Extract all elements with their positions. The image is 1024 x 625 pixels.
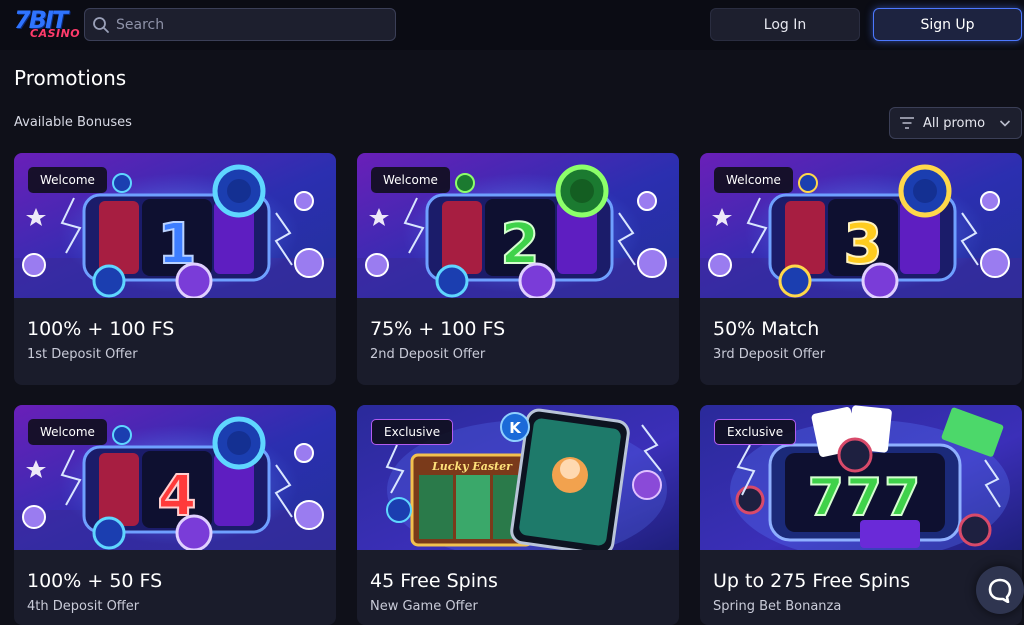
promo-title: 100% + 100 FS — [27, 318, 175, 340]
promo-title: 50% Match — [713, 318, 820, 340]
search-input[interactable] — [116, 16, 386, 33]
page-title: Promotions — [14, 66, 127, 90]
signup-button[interactable]: Sign Up — [873, 8, 1022, 41]
site-logo[interactable]: 7BIT CASINO — [14, 6, 80, 42]
promo-card[interactable]: Lucky Easter K Exclusive 45 Free Spins N… — [357, 405, 679, 625]
promo-subtitle: 3rd Deposit Offer — [713, 347, 826, 362]
search-icon — [93, 16, 109, 33]
promo-subtitle: 1st Deposit Offer — [27, 347, 138, 362]
exclusive-badge: Exclusive — [714, 419, 797, 445]
promo-subtitle: New Game Offer — [370, 599, 478, 614]
login-button[interactable]: Log In — [710, 8, 860, 41]
promo-subtitle: 4th Deposit Offer — [27, 599, 140, 614]
banner-brand-logo: K — [509, 419, 522, 437]
promo-card[interactable]: 777 Exclusive Up to 275 Free Spins Sprin… — [700, 405, 1022, 625]
top-header: 7BIT CASINO Log In Sign Up — [0, 0, 1024, 50]
welcome-badge: Welcome — [28, 419, 107, 445]
logo-wordmark: CASINO — [30, 27, 81, 40]
reel-number: 777 — [808, 468, 923, 528]
promo-card[interactable]: 2 Welcome 75% + 100 FS 2nd Deposit Offer — [357, 153, 679, 385]
promo-filter-dropdown[interactable]: All promo — [889, 107, 1022, 139]
promo-card[interactable]: 4 Welcome 100% + 50 FS 4th Deposit Offer — [14, 405, 336, 625]
welcome-badge: Welcome — [28, 167, 107, 193]
banner-game-title: Lucky Easter — [431, 460, 513, 473]
welcome-badge: Welcome — [714, 167, 793, 193]
promo-subtitle: 2nd Deposit Offer — [370, 347, 486, 362]
welcome-badge: Welcome — [371, 167, 450, 193]
exclusive-badge: Exclusive — [371, 419, 454, 445]
promo-card[interactable]: 3 Welcome 50% Match 3rd Deposit Offer — [700, 153, 1022, 385]
promo-title: 75% + 100 FS — [370, 318, 506, 340]
promo-title: 100% + 50 FS — [27, 570, 163, 592]
section-label: Available Bonuses — [14, 115, 132, 130]
filter-lines-icon — [900, 117, 914, 129]
promo-subtitle: Spring Bet Bonanza — [713, 599, 842, 614]
promo-card[interactable]: 1 Welcome 100% + 100 FS 1st Deposit Offe… — [14, 153, 336, 385]
filter-selected-value: All promo — [923, 115, 986, 131]
chevron-down-icon — [999, 120, 1011, 127]
promo-title: Up to 275 Free Spins — [713, 570, 911, 592]
live-chat-button[interactable] — [976, 566, 1024, 614]
chat-bubble-icon — [988, 578, 1012, 603]
promo-title: 45 Free Spins — [370, 570, 498, 592]
search-box[interactable] — [84, 8, 396, 41]
